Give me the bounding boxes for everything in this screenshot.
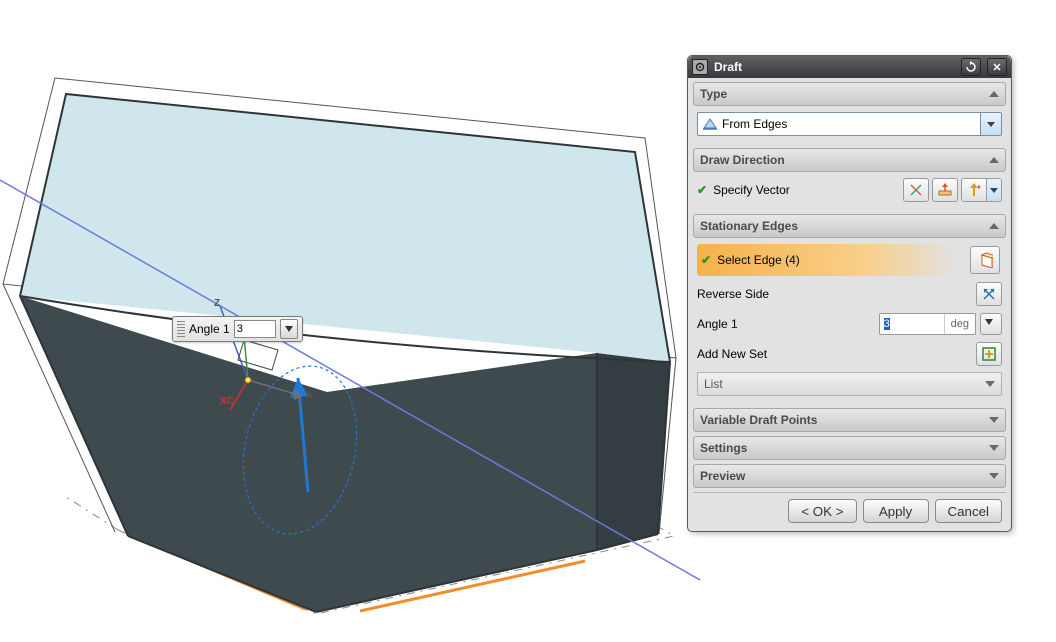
reset-button[interactable] xyxy=(961,58,981,76)
section-settings[interactable]: Settings xyxy=(693,436,1006,460)
angle-row: Angle 1 deg xyxy=(697,312,1002,336)
inferred-vector-icon xyxy=(962,179,986,201)
inferred-vector-dropdown[interactable] xyxy=(961,178,1002,202)
section-stationary-edges[interactable]: Stationary Edges xyxy=(693,214,1006,238)
section-variable-draft-points[interactable]: Variable Draft Points xyxy=(693,408,1006,432)
draft-dialog: Draft ✕ Type From Edges Draw Direction xyxy=(687,55,1012,532)
angle-label: Angle 1 xyxy=(697,317,738,331)
section-stationary-edges-label: Stationary Edges xyxy=(700,219,798,233)
select-edge-button[interactable] xyxy=(970,246,1000,274)
chevron-up-icon xyxy=(989,223,999,229)
list-row[interactable]: List xyxy=(697,372,1002,396)
reverse-side-label: Reverse Side xyxy=(697,287,769,301)
select-edge-row[interactable]: Select Edge (4) xyxy=(697,244,1002,276)
axis-z-label: Z xyxy=(214,298,220,309)
grip-icon xyxy=(177,321,185,337)
specify-vector-label: Specify Vector xyxy=(697,183,790,197)
type-dropdown-arrow[interactable] xyxy=(980,113,1001,135)
angle-input[interactable]: deg xyxy=(879,313,976,335)
list-label: List xyxy=(704,377,723,391)
section-draw-direction-label: Draw Direction xyxy=(700,153,785,167)
select-edge-label: Select Edge (4) xyxy=(701,253,800,267)
vector-dialog-button[interactable] xyxy=(903,178,929,202)
viewport-angle-field[interactable] xyxy=(234,320,276,338)
preview-label: Preview xyxy=(700,469,745,483)
specify-vector-row: Specify Vector xyxy=(697,178,1002,202)
viewport-angle-dropdown[interactable] xyxy=(280,319,298,339)
settings-label: Settings xyxy=(700,441,747,455)
variable-draft-points-label: Variable Draft Points xyxy=(700,413,817,427)
viewport-angle-label: Angle 1 xyxy=(189,322,230,336)
cancel-button[interactable]: Cancel xyxy=(935,499,1003,523)
angle-unit: deg xyxy=(944,314,975,334)
angle-dropdown-button[interactable] xyxy=(980,313,1002,335)
section-preview[interactable]: Preview xyxy=(693,464,1006,488)
angle-field[interactable] xyxy=(880,314,944,334)
section-draw-direction[interactable]: Draw Direction xyxy=(693,148,1006,172)
dialog-footer: < OK > Apply Cancel xyxy=(693,492,1006,525)
section-type[interactable]: Type xyxy=(693,82,1006,106)
chevron-down-icon xyxy=(989,445,999,451)
from-edges-icon xyxy=(702,116,718,132)
ok-button[interactable]: < OK > xyxy=(788,499,856,523)
chevron-down-icon xyxy=(989,417,999,423)
close-button[interactable]: ✕ xyxy=(987,58,1007,76)
chevron-down-icon xyxy=(989,473,999,479)
add-new-set-button[interactable] xyxy=(976,342,1002,366)
chevron-down-icon xyxy=(985,381,995,387)
add-new-set-label: Add New Set xyxy=(697,347,767,361)
reverse-side-row: Reverse Side xyxy=(697,282,1002,306)
axis-x-label: X xyxy=(306,390,313,401)
viewport-angle-input[interactable]: Angle 1 xyxy=(172,316,303,342)
chevron-up-icon xyxy=(989,157,999,163)
axis-xc-label: XC xyxy=(220,396,234,407)
dialog-titlebar[interactable]: Draft ✕ xyxy=(688,56,1011,78)
add-new-set-row: Add New Set xyxy=(697,342,1002,366)
vector-constructor-button[interactable] xyxy=(932,178,958,202)
gear-icon[interactable] xyxy=(692,59,708,75)
type-dropdown-value: From Edges xyxy=(722,117,787,131)
dialog-title: Draft xyxy=(714,60,955,74)
section-type-label: Type xyxy=(700,87,727,101)
apply-button[interactable]: Apply xyxy=(863,499,929,523)
type-dropdown[interactable]: From Edges xyxy=(697,112,1002,136)
reverse-side-button[interactable] xyxy=(976,282,1002,306)
chevron-up-icon xyxy=(989,91,999,97)
